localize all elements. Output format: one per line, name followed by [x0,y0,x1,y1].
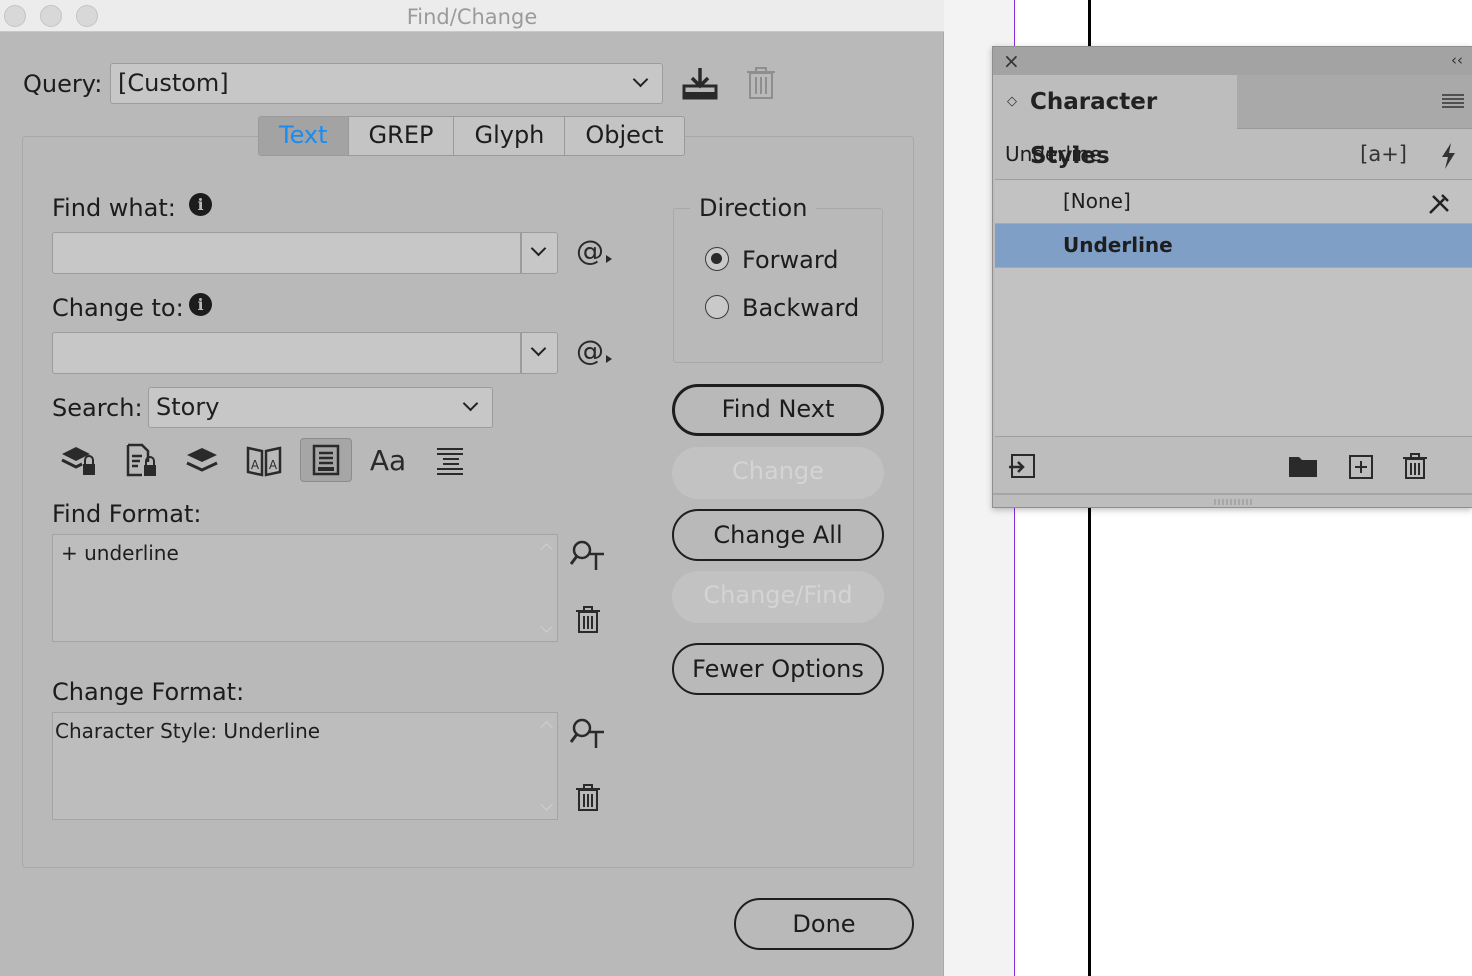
find-next-button[interactable]: Find Next [672,384,884,436]
combo-divider [520,333,522,373]
find-what-history-chevron-icon[interactable] [530,240,547,257]
scroll-up-icon[interactable] [540,721,553,734]
tab-text[interactable]: Text [259,117,349,155]
change-to-input[interactable] [53,333,520,372]
change-format-value: Character Style: Underline [55,719,321,743]
panel-header[interactable]: × ‹‹ [993,47,1472,75]
search-scope-value: Story [156,393,220,421]
save-query-icon[interactable] [682,66,718,104]
specify-find-format-icon[interactable] [569,538,606,576]
collapse-panel-icon[interactable]: ‹‹ [1451,51,1463,69]
tab-glyph[interactable]: Glyph [454,117,566,155]
tab-character-styles[interactable]: Character Styles ◇ [993,75,1237,169]
search-scope-dropdown[interactable]: Story [148,387,493,428]
change-all-button[interactable]: Change All [672,509,884,561]
clear-change-format-icon[interactable] [576,784,600,816]
case-sensitive-glyph: Aa [369,443,407,477]
include-footnotes-icon[interactable] [300,438,352,482]
include-hidden-layers-icon[interactable] [178,440,226,480]
scroll-down-icon[interactable] [540,620,553,633]
load-styles-icon[interactable] [1009,453,1037,483]
info-icon[interactable]: i [189,193,212,216]
new-style-group-icon[interactable] [1289,455,1317,481]
combo-divider [520,233,522,273]
change-format-label: Change Format: [52,678,245,706]
title-bar[interactable]: Find/Change [0,0,944,32]
change-to-history-chevron-icon[interactable] [530,340,547,357]
panel-menu-icon[interactable] [1442,93,1464,113]
change-button[interactable]: Change [672,447,884,499]
current-style-name: Underline [1005,142,1102,166]
panel-resize-grip[interactable] [993,493,1472,507]
search-label: Search: [52,394,143,422]
list-item-selected[interactable]: Underline [995,224,1472,267]
find-format-value: + underline [61,541,179,565]
query-dropdown[interactable]: [Custom] [110,63,663,104]
scroll-down-icon[interactable] [540,798,553,811]
direction-group [673,208,883,363]
forward-label[interactable]: Forward [742,246,839,274]
include-locked-stories-icon[interactable] [116,440,164,480]
delete-query-icon[interactable] [746,66,776,104]
current-style-row: Underline [a+] [995,133,1472,176]
find-what-input[interactable] [53,233,520,272]
close-panel-icon[interactable]: × [1003,51,1020,71]
character-styles-panel: × ‹‹ Character Styles ◇ Underline [a+] [… [992,46,1472,508]
backward-label[interactable]: Backward [742,294,859,322]
change-special-character-icon[interactable]: @ [576,334,612,367]
svg-text:A: A [269,458,278,472]
fewer-options-button[interactable]: Fewer Options [672,643,884,695]
find-format-box[interactable]: + underline [52,534,558,642]
change-to-combo [52,332,558,374]
updown-chevron-icon: ◇ [1007,94,1017,109]
styles-list: [None] Underline [995,179,1472,437]
tab-object[interactable]: Object [565,117,683,155]
query-value: [Custom] [118,69,229,97]
find-special-character-icon[interactable]: @ [576,234,612,267]
svg-text:A: A [251,458,260,472]
find-format-label: Find Format: [52,500,202,528]
quick-apply-icon[interactable] [1439,141,1457,184]
backward-radio[interactable] [705,295,729,319]
include-master-pages-icon[interactable]: A A [240,440,288,480]
whole-word-icon[interactable] [426,440,474,480]
find-what-combo [52,232,558,274]
find-change-dialog: Find/Change Query: [Custom] Text GREP Gl… [0,0,944,976]
specify-change-format-icon[interactable] [569,716,606,754]
case-sensitive-icon[interactable]: Aa [364,440,412,480]
row-divider [995,267,1472,268]
mode-tabs: Text GREP Glyph Object [258,116,685,156]
change-find-button[interactable]: Change/Find [672,571,884,623]
info-icon[interactable]: i [189,293,212,316]
list-item[interactable]: [None] [995,180,1472,223]
chevron-down-icon [462,395,479,412]
clear-find-format-icon[interactable] [576,606,600,638]
new-style-from-selection-icon[interactable]: [a+] [1360,133,1407,176]
style-name-none: [None] [1063,189,1131,213]
create-new-style-icon[interactable] [1349,455,1373,483]
window-title: Find/Change [406,5,538,29]
tab-grep[interactable]: GREP [349,117,455,155]
scroll-up-icon[interactable] [540,543,553,556]
change-format-box[interactable]: Character Style: Underline [52,712,558,820]
change-to-label: Change to: [52,294,184,322]
chevron-down-icon [632,71,649,88]
query-label: Query: [23,70,103,98]
find-what-label: Find what: [52,194,176,222]
forward-radio[interactable] [705,247,729,271]
done-button[interactable]: Done [734,898,914,950]
style-name-underline: Underline [1063,233,1173,257]
include-locked-layers-icon[interactable] [54,440,102,480]
direction-label: Direction [690,194,817,222]
delete-style-icon[interactable] [1403,453,1427,483]
